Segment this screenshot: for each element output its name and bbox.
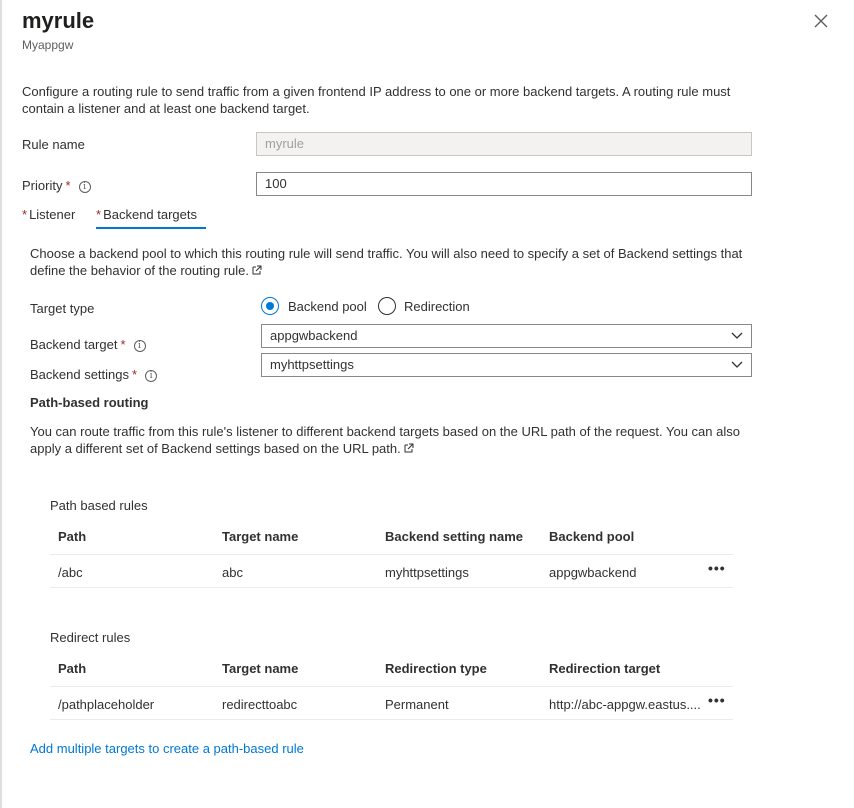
target-name-cell: redirecttoabc: [222, 697, 298, 712]
column-header: Redirection target: [549, 661, 661, 676]
backend-description-block: Choose a backend pool to which this rout…: [30, 245, 760, 279]
info-icon[interactable]: i: [78, 180, 91, 193]
rule-name-label: Rule name: [22, 137, 85, 152]
radio-redirection-label: Redirection: [404, 299, 470, 314]
chevron-down-icon: [731, 361, 743, 368]
priority-input[interactable]: 100: [256, 172, 752, 196]
tab-listener[interactable]: * Listener: [22, 207, 75, 222]
backend-target-label: Backend target: [30, 337, 118, 352]
backend-description: Choose a backend pool to which this rout…: [30, 246, 743, 278]
radio-backend-pool[interactable]: [261, 297, 279, 315]
backend-setting-cell: myhttpsettings: [385, 565, 469, 580]
path-routing-description: You can route traffic from this rule's l…: [30, 424, 740, 456]
more-options-button[interactable]: •••: [708, 560, 726, 576]
info-icon[interactable]: i: [133, 339, 146, 352]
tab-listener-label: Listener: [29, 207, 76, 222]
backend-target-value: appgwbackend: [270, 328, 358, 343]
column-header: Target name: [222, 529, 299, 544]
close-button[interactable]: [812, 12, 830, 30]
active-tab-indicator: [96, 227, 206, 229]
add-multiple-targets-link[interactable]: Add multiple targets to create a path-ba…: [30, 741, 304, 756]
backend-target-dropdown[interactable]: appgwbackend: [261, 324, 752, 348]
path-link[interactable]: /abc: [58, 565, 83, 580]
table-divider: [50, 587, 733, 588]
more-options-button[interactable]: •••: [708, 692, 726, 708]
target-type-label: Target type: [30, 301, 95, 316]
path-routing-description-block: You can route traffic from this rule's l…: [30, 423, 760, 457]
external-link-icon: [252, 265, 262, 275]
external-link-icon: [404, 443, 414, 453]
rule-description: Configure a routing rule to send traffic…: [22, 84, 731, 116]
table-row: /abc abc myhttpsettings appgwbackend •••: [50, 555, 733, 587]
tab-required-marker: *: [96, 207, 102, 222]
table-divider: [50, 719, 733, 720]
close-icon: [814, 14, 828, 28]
priority-label-row: Priority * i: [22, 178, 91, 193]
learn-more-link[interactable]: [401, 441, 414, 456]
tab-backend-targets[interactable]: * Backend targets: [96, 207, 197, 222]
learn-more-link[interactable]: [249, 263, 262, 278]
priority-label: Priority: [22, 178, 63, 193]
redirection-target-cell: http://abc-appgw.eastus....: [549, 697, 701, 712]
backend-settings-value: myhttpsettings: [270, 357, 354, 372]
backend-settings-label-row: Backend settings * i: [30, 367, 158, 382]
backend-settings-dropdown[interactable]: myhttpsettings: [261, 353, 752, 377]
page-title: myrule: [22, 8, 95, 33]
path-link[interactable]: /pathplaceholder: [58, 697, 154, 712]
path-rules-caption: Path based rules: [50, 498, 148, 513]
table-row: /pathplaceholder redirecttoabc Permanent…: [50, 687, 733, 719]
target-name-cell: abc: [222, 565, 243, 580]
backend-settings-label: Backend settings: [30, 367, 130, 382]
redirect-rules-caption: Redirect rules: [50, 630, 131, 645]
tab-backend-targets-label: Backend targets: [103, 207, 198, 222]
required-marker: *: [132, 367, 138, 382]
radio-redirection[interactable]: [378, 297, 396, 315]
required-marker: *: [120, 337, 126, 352]
column-header: Redirection type: [385, 661, 487, 676]
column-header: Backend pool: [549, 529, 635, 544]
column-header: Target name: [222, 661, 299, 676]
chevron-down-icon: [731, 332, 743, 339]
required-marker: *: [65, 178, 71, 193]
tab-required-marker: *: [22, 207, 28, 222]
backend-target-label-row: Backend target * i: [30, 337, 146, 352]
radio-backend-pool-label: Backend pool: [288, 299, 367, 314]
page-subtitle: Myappgw: [22, 38, 74, 52]
rule-name-field: myrule: [256, 132, 752, 156]
column-header: Path: [58, 661, 87, 676]
redirection-type-cell: Permanent: [385, 697, 449, 712]
panel-left-border: [0, 0, 2, 808]
column-header: Backend setting name: [385, 529, 523, 544]
info-icon[interactable]: i: [145, 369, 158, 382]
backend-pool-cell: appgwbackend: [549, 565, 637, 580]
column-header: Path: [58, 529, 87, 544]
path-routing-heading: Path-based routing: [30, 395, 149, 410]
